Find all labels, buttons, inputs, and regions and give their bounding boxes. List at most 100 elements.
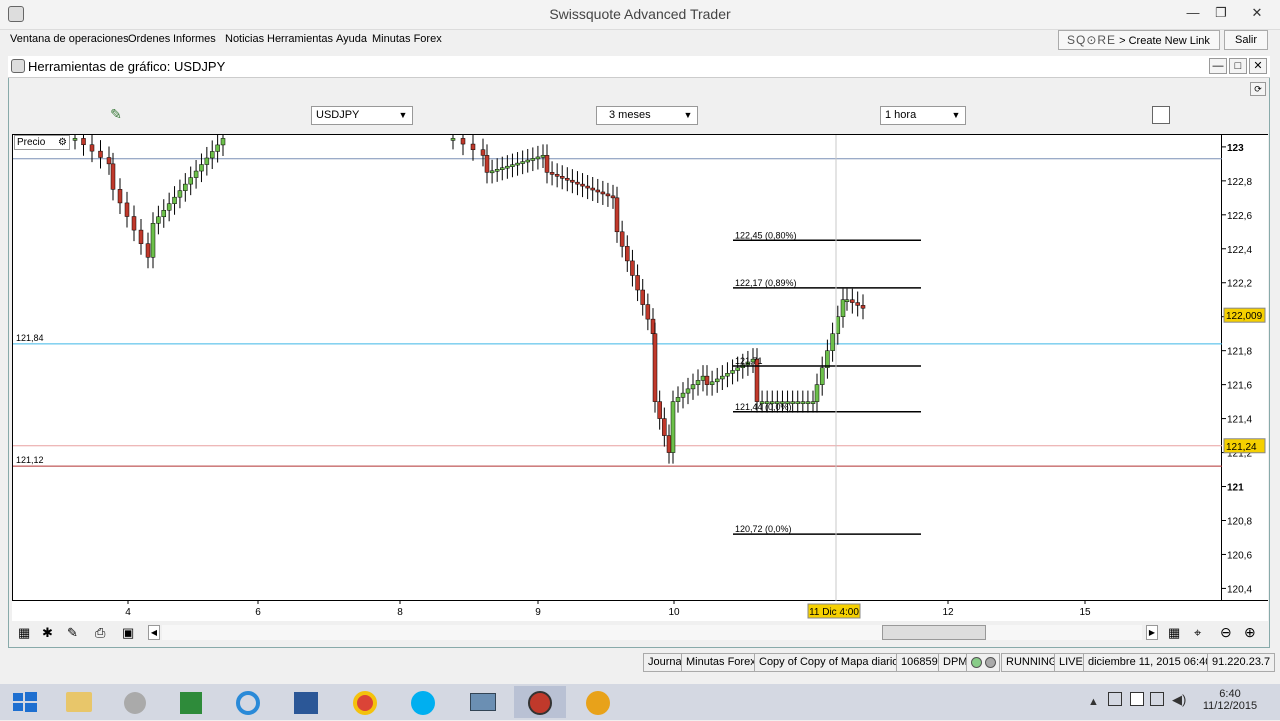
indicator-icon[interactable]: ▦ bbox=[18, 625, 30, 641]
chart-close-button[interactable]: ✕ bbox=[1249, 58, 1267, 74]
close-button[interactable]: ✕ bbox=[1240, 2, 1274, 24]
chart-maximize-button[interactable]: □ bbox=[1229, 58, 1247, 74]
y-tick-label: 123 bbox=[1227, 143, 1244, 154]
flower-app-icon[interactable] bbox=[572, 686, 624, 718]
paint-icon[interactable] bbox=[108, 686, 160, 718]
candle-body bbox=[81, 138, 86, 146]
candle-body bbox=[635, 275, 640, 291]
skype-icon[interactable] bbox=[396, 686, 448, 718]
candle-body bbox=[814, 384, 820, 402]
candle-body bbox=[117, 189, 123, 204]
file-explorer-icon[interactable] bbox=[52, 686, 104, 718]
menu-herramientas[interactable]: Herramientas bbox=[267, 33, 333, 45]
y-tick-label: 120,4 bbox=[1227, 584, 1252, 595]
start-button[interactable] bbox=[0, 686, 52, 718]
volume-icon[interactable]: ◀) bbox=[1172, 692, 1186, 708]
scroll-left-button[interactable]: ◀ bbox=[148, 625, 160, 640]
menu-ayuda[interactable]: Ayuda bbox=[336, 33, 367, 45]
candle-body bbox=[730, 370, 735, 374]
chrome-icon[interactable] bbox=[338, 686, 390, 718]
network-icon[interactable] bbox=[1130, 692, 1144, 706]
minimize-button[interactable]: — bbox=[1180, 2, 1206, 24]
fib-level-label: 122,45 (0,80%) bbox=[735, 230, 797, 240]
candle-body bbox=[630, 260, 635, 276]
candle-body bbox=[800, 401, 806, 404]
candle-body bbox=[709, 381, 715, 385]
chart-minimize-button[interactable]: — bbox=[1209, 58, 1227, 74]
x-tick-label: 4 bbox=[125, 607, 131, 618]
scroll-right-button[interactable]: ▶ bbox=[1146, 625, 1158, 640]
settings-icon[interactable]: ✱ bbox=[42, 625, 53, 641]
menu-ventana[interactable]: Ventana de operaciones bbox=[10, 33, 129, 45]
menu-minutas[interactable]: Minutas Forex bbox=[372, 33, 442, 45]
symbol-select[interactable]: USDJPY ▼ bbox=[311, 106, 413, 125]
candle-body bbox=[619, 231, 625, 247]
status-datetime: diciembre 11, 2015 06:40 bbox=[1083, 653, 1217, 672]
action-center-icon[interactable] bbox=[1108, 692, 1122, 706]
layout-icon[interactable]: ▦ bbox=[1168, 625, 1180, 641]
word-icon[interactable] bbox=[280, 686, 332, 718]
y-tick-label: 122,4 bbox=[1227, 245, 1252, 256]
fib-level-label: 122,17 (0,89%) bbox=[735, 278, 797, 288]
swissquote-taskbar-icon[interactable] bbox=[514, 686, 566, 718]
candle-body bbox=[177, 190, 183, 198]
candle-body bbox=[600, 191, 606, 195]
chart-svg: 121,84 121,12 122,45 (0,80%) 122,17 (0,89%)… bbox=[13, 127, 1223, 602]
horizontal-scrollbar[interactable] bbox=[162, 625, 1142, 640]
zoom-fit-icon[interactable]: ⌖ bbox=[1194, 625, 1201, 641]
refresh-icon[interactable]: ⟳ bbox=[1250, 82, 1266, 96]
status-copy[interactable]: Copy of Copy of Mapa diario. bbox=[754, 653, 907, 672]
scrollbar-thumb[interactable] bbox=[882, 625, 986, 640]
candle-body bbox=[662, 418, 667, 436]
chart-window-titlebar: Herramientas de gráfico: USDJPY — □ ✕ bbox=[8, 56, 1270, 78]
taskbar-clock[interactable]: 6:40 11/12/2015 bbox=[1200, 688, 1260, 712]
period-select[interactable]: 3 meses ▼ bbox=[596, 106, 698, 125]
drawing-tool-icon[interactable]: ✎ bbox=[106, 106, 126, 126]
store-icon[interactable] bbox=[164, 686, 216, 718]
zoom-in-icon[interactable]: ⊕ bbox=[1244, 624, 1256, 641]
print-icon[interactable]: ⎙ bbox=[95, 625, 105, 641]
candle-body bbox=[860, 305, 866, 309]
save-icon[interactable]: ▣ bbox=[122, 625, 134, 641]
tray-chevron-icon[interactable]: ▲ bbox=[1088, 696, 1099, 708]
x-tick-label: 12 bbox=[942, 607, 954, 618]
logout-button[interactable]: Salir bbox=[1224, 30, 1268, 50]
fib-level-label: 121,44 (0,0%) bbox=[735, 402, 792, 412]
y-tick-label: 121,8 bbox=[1227, 347, 1252, 358]
wrench-icon[interactable]: ⚙ bbox=[58, 136, 67, 149]
candle-body bbox=[714, 378, 720, 383]
status-light-icon bbox=[971, 657, 982, 668]
candle-body bbox=[505, 165, 510, 169]
candle-body bbox=[690, 384, 696, 390]
candle-body bbox=[590, 187, 595, 191]
candle-body bbox=[614, 197, 620, 233]
candle-body bbox=[500, 167, 505, 170]
candle-body bbox=[450, 138, 456, 141]
screen-icon[interactable] bbox=[456, 686, 508, 718]
menu-ordenes[interactable]: Ordenes bbox=[128, 33, 170, 45]
maximize-button[interactable]: ❐ bbox=[1208, 2, 1234, 24]
x-tick-label: 9 bbox=[535, 607, 541, 618]
clock-date: 11/12/2015 bbox=[1202, 700, 1258, 712]
candle-body bbox=[138, 229, 144, 244]
status-minutas[interactable]: Minutas Forex bbox=[681, 653, 761, 672]
candle-body bbox=[840, 299, 846, 317]
menu-noticias[interactable]: Noticias bbox=[225, 33, 264, 45]
menu-informes[interactable]: Informes bbox=[173, 33, 216, 45]
candle-body bbox=[580, 183, 585, 187]
candle-body bbox=[188, 177, 193, 185]
candle-body bbox=[652, 333, 658, 402]
chart-settings-icon[interactable] bbox=[1152, 106, 1170, 124]
draw-icon[interactable]: ✎ bbox=[67, 625, 78, 641]
internet-explorer-icon[interactable] bbox=[222, 686, 274, 718]
candle-body bbox=[106, 157, 112, 165]
keyboard-icon[interactable] bbox=[1150, 692, 1164, 706]
price-chart[interactable]: 121,84 121,12 122,45 (0,80%) 122,17 (0,89%)… bbox=[12, 127, 1223, 602]
zoom-out-icon[interactable]: ⊖ bbox=[1220, 624, 1232, 641]
candle-body bbox=[520, 161, 525, 164]
interval-select[interactable]: 1 hora ▼ bbox=[880, 106, 966, 125]
create-link-button[interactable]: SQ⊙RE > Create New Link bbox=[1058, 30, 1220, 50]
candle-body bbox=[725, 373, 730, 377]
chevron-down-icon: ▼ bbox=[398, 110, 408, 120]
candle-body bbox=[605, 193, 611, 197]
